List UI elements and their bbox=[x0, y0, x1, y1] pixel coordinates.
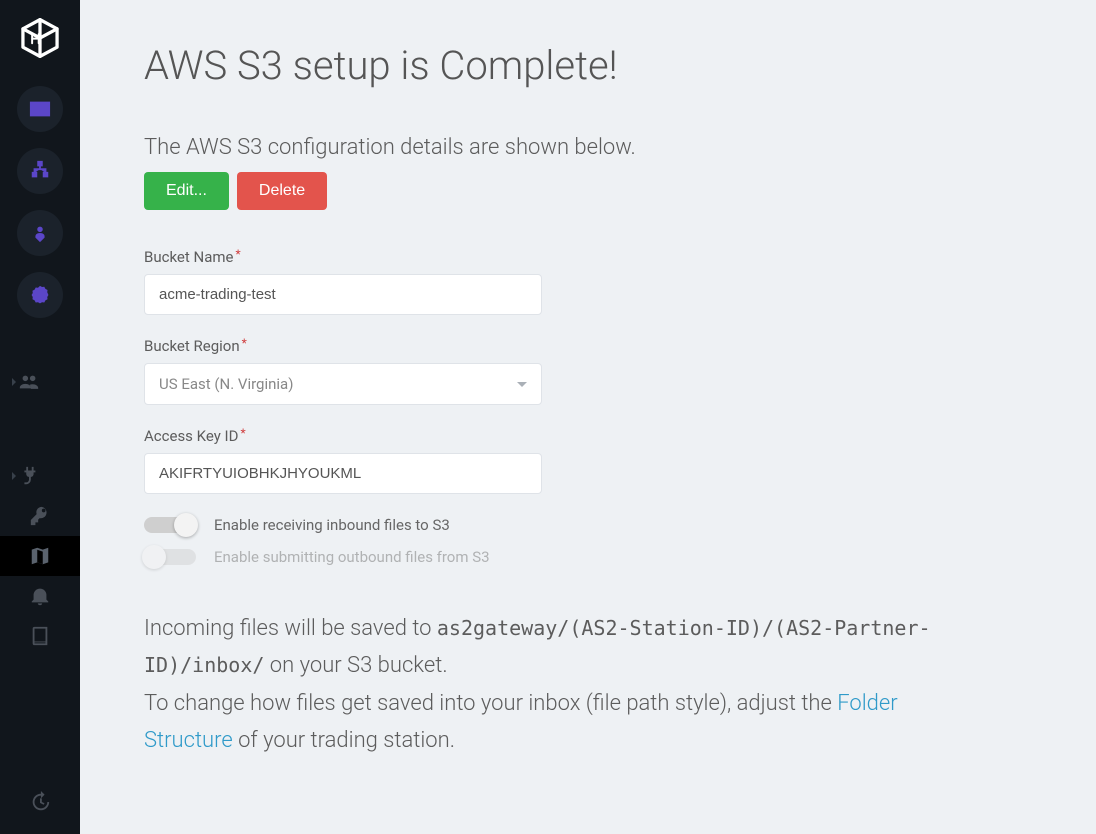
info-text: Incoming files will be saved to as2gatew… bbox=[144, 610, 964, 760]
bell-icon bbox=[29, 585, 51, 607]
toggle-outbound-label: Enable submitting outbound files from S3 bbox=[214, 548, 490, 566]
envelope-icon bbox=[29, 98, 51, 120]
select-bucket-region-value: US East (N. Virginia) bbox=[159, 375, 293, 393]
field-access-key-id: Access Key ID* bbox=[144, 427, 542, 494]
info-line2-a: To change how files get saved into your … bbox=[144, 691, 837, 716]
label-access-key-id: Access Key ID* bbox=[144, 427, 542, 445]
info-line1-a: Incoming files will be saved to bbox=[144, 616, 437, 641]
sidebar bbox=[0, 0, 80, 834]
nav-plug[interactable] bbox=[0, 456, 80, 496]
nav-badge[interactable] bbox=[17, 272, 63, 318]
info-line2-b: of your trading station. bbox=[233, 728, 455, 753]
toggle-outbound-row: Enable submitting outbound files from S3 bbox=[144, 548, 1032, 566]
label-bucket-region: Bucket Region* bbox=[144, 337, 542, 355]
label-bucket-name: Bucket Name* bbox=[144, 248, 542, 266]
caret-icon bbox=[12, 472, 16, 480]
toggle-inbound-row: Enable receiving inbound files to S3 bbox=[144, 516, 1032, 534]
main-content: AWS S3 setup is Complete! The AWS S3 con… bbox=[80, 0, 1096, 834]
nav-bell[interactable] bbox=[0, 576, 80, 616]
page-title: AWS S3 setup is Complete! bbox=[144, 42, 1032, 89]
field-bucket-region: Bucket Region* US East (N. Virginia) bbox=[144, 337, 542, 405]
info-line1-b: on your S3 bucket. bbox=[264, 653, 447, 678]
nav-users[interactable] bbox=[0, 362, 80, 402]
plug-icon bbox=[18, 465, 40, 487]
toggle-outbound[interactable] bbox=[144, 549, 196, 565]
users-icon bbox=[18, 371, 40, 393]
nav-history[interactable] bbox=[0, 782, 80, 822]
nav-map[interactable] bbox=[0, 536, 80, 576]
book-icon bbox=[29, 625, 51, 647]
user-pin-icon bbox=[29, 222, 51, 244]
input-bucket-name[interactable] bbox=[144, 274, 542, 315]
input-access-key-id[interactable] bbox=[144, 453, 542, 494]
nav-envelope[interactable] bbox=[17, 86, 63, 132]
nav-sitemap[interactable] bbox=[17, 148, 63, 194]
nav-key[interactable] bbox=[0, 496, 80, 536]
nav-user-pin[interactable] bbox=[17, 210, 63, 256]
edit-button[interactable]: Edit... bbox=[144, 172, 229, 210]
logo[interactable] bbox=[18, 16, 62, 60]
caret-icon bbox=[12, 378, 16, 386]
toggle-inbound[interactable] bbox=[144, 517, 196, 533]
chevron-down-icon bbox=[517, 382, 527, 387]
history-icon bbox=[29, 791, 51, 813]
badge-icon bbox=[29, 284, 51, 306]
key-icon bbox=[29, 505, 51, 527]
action-buttons: Edit... Delete bbox=[144, 172, 1032, 210]
nav-book[interactable] bbox=[0, 616, 80, 656]
cube-logo-icon bbox=[19, 17, 61, 59]
sitemap-icon bbox=[29, 160, 51, 182]
page-subtitle: The AWS S3 configuration details are sho… bbox=[144, 135, 1032, 160]
toggle-inbound-label: Enable receiving inbound files to S3 bbox=[214, 516, 450, 534]
delete-button[interactable]: Delete bbox=[237, 172, 327, 210]
map-icon bbox=[29, 545, 51, 567]
field-bucket-name: Bucket Name* bbox=[144, 248, 542, 315]
select-bucket-region[interactable]: US East (N. Virginia) bbox=[144, 363, 542, 405]
